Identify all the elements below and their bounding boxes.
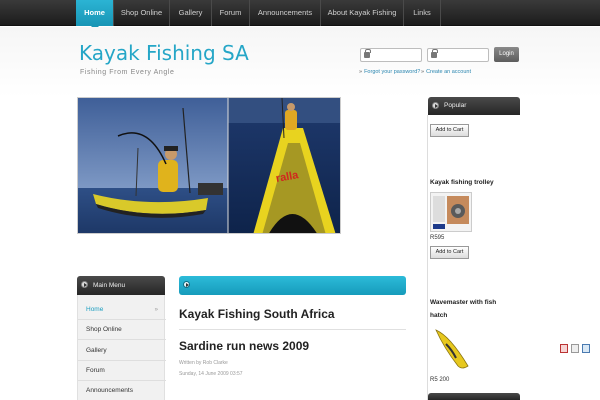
divider [179,329,406,330]
play-circle-icon [183,281,190,288]
nav-item-home[interactable]: Home [76,0,114,30]
login-button[interactable]: Login [494,47,519,62]
menu-item-label[interactable]: Forum [86,367,105,374]
play-circle-icon [432,102,439,109]
nav-item-links[interactable]: Links [404,0,441,26]
play-circle-icon [81,281,88,288]
create-account-label[interactable]: Create an account [426,69,471,75]
sidebar-divider [427,115,428,400]
nav-item-about-kayak-fishing[interactable]: About Kayak Fishing [321,0,404,26]
email-icon[interactable] [582,344,590,353]
product-name[interactable]: Kayak fishing trolley [430,179,494,186]
popular-module-header: Popular [428,97,520,115]
hero-image: ralla [77,97,341,234]
menu-item-forum[interactable]: Forum [78,361,166,381]
menu-item-label[interactable]: Home [86,306,103,313]
lock-icon [431,49,438,58]
nav-item-forum[interactable]: Forum [212,0,250,26]
article-tools [560,344,592,353]
product-name-continued[interactable]: hatch [430,312,447,319]
product-price: R595 [430,235,445,241]
product-image-kayak[interactable] [432,326,472,372]
link-arrow-icon: » [421,69,425,75]
username-field[interactable] [360,48,422,62]
popular-title: Popular [444,102,467,109]
main-menu: Home » Shop Online Gallery Forum Announc… [77,295,166,400]
nav-item-gallery[interactable]: Gallery [170,0,212,26]
top-navigation: Home Shop Online Gallery Forum Announcem… [0,0,600,30]
menu-item-announcements[interactable]: Announcements [78,381,166,400]
link-arrow-icon: » [359,69,363,75]
article-author: Written by Rob Clarke [179,360,228,366]
article-title[interactable]: Sardine run news 2009 [179,339,309,353]
main-menu-header: Main Menu [77,276,165,295]
print-icon[interactable] [571,344,579,353]
content-header-bar [179,276,406,295]
create-account-link[interactable]: » Create an account [421,69,471,75]
page-title: Kayak Fishing South Africa [179,307,335,321]
forgot-password-link[interactable]: » Forgot your password? [359,69,420,75]
product-image-trolley[interactable] [430,192,472,232]
forgot-password-label[interactable]: Forgot your password? [364,69,420,75]
nav-item-announcements[interactable]: Announcements [250,0,321,26]
lock-icon [364,49,371,58]
product-price: R5 200 [430,377,450,383]
site-title[interactable]: Kayak Fishing SA [79,41,249,65]
main-menu-title: Main Menu [93,282,126,289]
menu-item-shop-online[interactable]: Shop Online [78,320,166,340]
menu-item-label[interactable]: Shop Online [86,326,122,333]
chevron-right-icon: » [154,307,158,313]
menu-item-gallery[interactable]: Gallery [78,341,166,361]
nav-item-shop-online[interactable]: Shop Online [114,0,170,26]
product-name[interactable]: Wavemaster with fish [430,299,496,306]
sidebar-module-header [428,393,520,400]
menu-item-home[interactable]: Home » [78,300,166,320]
article-date: Sunday, 14 June 2009 03:57 [179,371,243,377]
password-field[interactable] [427,48,489,62]
menu-item-label[interactable]: Gallery [86,347,107,354]
pdf-icon[interactable] [560,344,568,353]
menu-item-label[interactable]: Announcements [86,387,133,394]
site-tagline: Fishing From Every Angle [80,69,175,76]
add-to-cart-button[interactable]: Add to Cart [430,124,469,137]
add-to-cart-button[interactable]: Add to Cart [430,246,469,259]
